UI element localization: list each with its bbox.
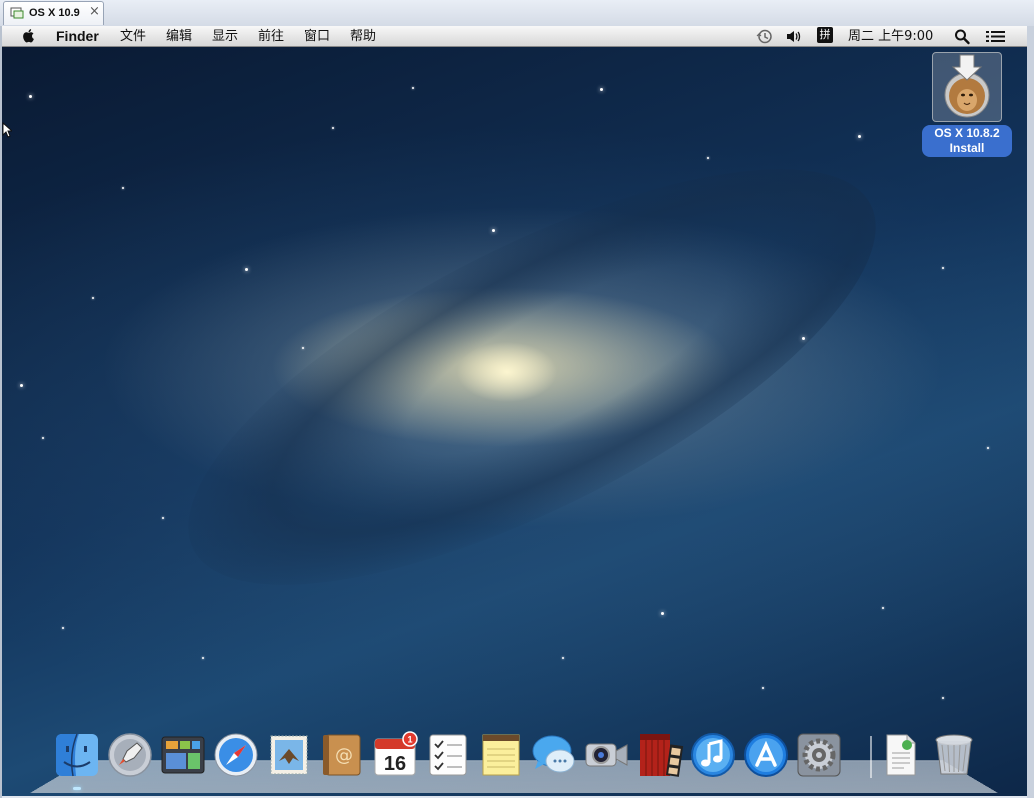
star	[245, 268, 248, 271]
reminders-icon	[429, 734, 467, 776]
dock-messages[interactable]	[530, 731, 578, 779]
itunes-note-icon	[691, 733, 735, 777]
dock-notes[interactable]	[477, 731, 525, 779]
dock-safari[interactable]	[212, 731, 260, 779]
menu-help[interactable]: 帮助	[350, 28, 376, 45]
star	[882, 607, 884, 609]
mountain-lion-icon	[944, 54, 990, 118]
star	[92, 297, 94, 299]
vm-tab-title: OS X 10.9	[29, 7, 80, 19]
star	[202, 657, 204, 659]
dock-itunes[interactable]	[689, 731, 737, 779]
wallpaper-galaxy	[134, 88, 930, 666]
safari-compass-icon	[214, 733, 258, 777]
dock-photo-booth[interactable]	[636, 731, 684, 779]
time-machine-icon[interactable]	[756, 28, 774, 45]
star	[20, 384, 23, 387]
menu-window[interactable]: 窗口	[304, 28, 330, 45]
os-x-install-icon[interactable]	[932, 52, 1002, 122]
calendar-badge: 1	[407, 735, 412, 745]
document-icon	[886, 734, 916, 776]
star	[332, 127, 334, 129]
calendar-icon: 1 16	[374, 731, 418, 776]
star	[987, 447, 989, 449]
dock-contacts[interactable]: @	[318, 731, 366, 779]
star	[942, 697, 944, 699]
facetime-camera-icon	[585, 743, 628, 767]
trash-icon	[935, 734, 973, 775]
dock-finder[interactable]	[53, 731, 101, 779]
vm-tab-close-icon[interactable]: ×	[89, 4, 100, 19]
spotlight-icon[interactable]	[953, 28, 971, 45]
dock-system-preferences[interactable]	[795, 731, 843, 779]
star	[492, 229, 495, 232]
launchpad-rocket-icon	[108, 733, 152, 777]
star	[562, 657, 564, 659]
dock-facetime[interactable]	[583, 731, 631, 779]
finder-running-indicator	[73, 787, 81, 790]
finder-icon	[56, 733, 98, 777]
menu-edit[interactable]: 编辑	[166, 28, 192, 45]
mouse-cursor-icon	[2, 122, 12, 138]
star	[302, 347, 304, 349]
menu-file[interactable]: 文件	[120, 28, 146, 45]
star	[600, 88, 603, 91]
dock-mail[interactable]	[265, 731, 313, 779]
svg-text:@: @	[335, 745, 353, 766]
mission-control-icon	[161, 736, 205, 774]
notes-icon	[482, 734, 520, 776]
dock-reminders[interactable]	[424, 731, 472, 779]
star	[802, 337, 805, 340]
notification-center-icon[interactable]	[985, 28, 1007, 45]
calendar-day: 16	[384, 753, 406, 775]
vm-scrollbar-track	[1027, 26, 1034, 798]
dock-downloads[interactable]	[877, 731, 925, 779]
menu-bar: Finder 文件 编辑 显示 前往 窗口 帮助 拼 周二 上午9:00	[2, 26, 1027, 47]
star	[707, 157, 709, 159]
desktop[interactable]	[2, 47, 1027, 796]
install-label-line2: Install	[949, 141, 985, 155]
star	[942, 267, 944, 269]
messages-bubble-icon	[532, 735, 575, 773]
install-label-line1: OS X 10.8.2	[934, 126, 1000, 140]
dock-mission-control[interactable]	[159, 731, 207, 779]
os-x-install-label[interactable]: OS X 10.8.2 Install	[922, 125, 1012, 157]
menu-clock[interactable]: 周二 上午9:00	[848, 28, 933, 45]
apple-menu-icon[interactable]	[20, 27, 38, 44]
star	[858, 135, 861, 138]
vm-tab-bar: OS X 10.9 ×	[0, 0, 1034, 27]
star	[29, 95, 32, 98]
star	[762, 687, 764, 689]
contacts-book-icon: @	[323, 734, 361, 776]
gear-icon	[797, 733, 841, 777]
star	[122, 187, 124, 189]
star	[62, 627, 64, 629]
vm-tab[interactable]: OS X 10.9 ×	[3, 1, 104, 25]
menu-go[interactable]: 前往	[258, 28, 284, 45]
mail-stamp-icon	[270, 735, 308, 775]
vm-icon	[10, 7, 24, 19]
dock-launchpad[interactable]	[106, 731, 154, 779]
dock-trash[interactable]	[930, 731, 978, 779]
star	[412, 87, 414, 89]
input-method-icon[interactable]: 拼	[817, 27, 833, 43]
star	[162, 517, 164, 519]
volume-icon[interactable]	[785, 28, 803, 45]
app-store-icon	[744, 733, 788, 777]
star	[42, 437, 44, 439]
dock-calendar[interactable]: 1 16	[371, 731, 419, 779]
dock-separator	[870, 736, 872, 778]
star	[661, 612, 664, 615]
menu-app-name[interactable]: Finder	[56, 28, 99, 45]
menu-view[interactable]: 显示	[212, 28, 238, 45]
photo-booth-icon	[640, 734, 684, 777]
dock-app-store[interactable]	[742, 731, 790, 779]
